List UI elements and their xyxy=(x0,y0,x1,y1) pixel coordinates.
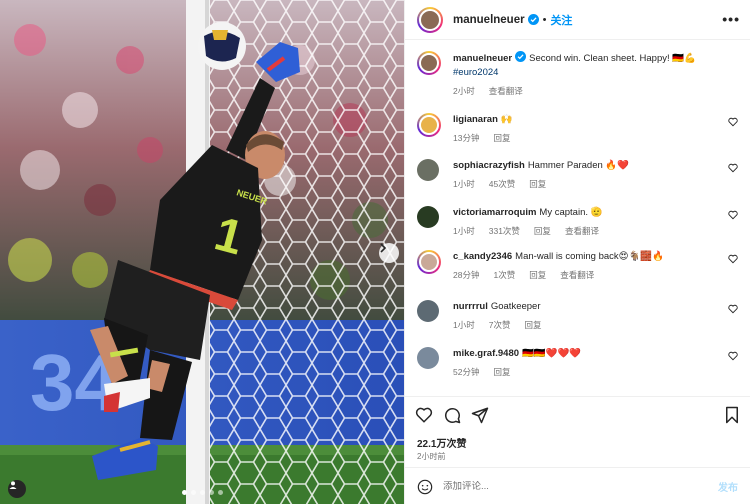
post-sidebar: manuelneuer • 关注 ••• manuelneuer Second w… xyxy=(404,0,750,504)
post-header: manuelneuer • 关注 ••• xyxy=(405,0,750,40)
comment-text: 🙌 xyxy=(500,114,513,125)
reply-button[interactable]: 回复 xyxy=(524,319,541,331)
verified-badge-icon xyxy=(515,51,527,62)
comment-time: 13分钟 xyxy=(453,133,480,143)
emoji-icon[interactable] xyxy=(417,479,433,495)
post-comment-button[interactable]: 发布 xyxy=(718,479,738,494)
commenter-avatar[interactable] xyxy=(417,206,439,228)
comment-time: 1小时 xyxy=(453,320,475,330)
author-avatar[interactable] xyxy=(417,51,441,75)
comment-likes[interactable]: 45次赞 xyxy=(489,178,515,190)
comment-likes[interactable]: 7次赞 xyxy=(489,319,511,331)
post-photo[interactable]: 34 1 NEUER xyxy=(0,0,404,504)
caption-text: Second win. Clean sheet. Happy! 🇩🇪💪 xyxy=(529,53,696,64)
comment-text: My captain. 🫡 xyxy=(539,207,603,218)
like-count[interactable]: 22.1万次赞 xyxy=(417,435,466,450)
heart-icon[interactable] xyxy=(728,254,738,264)
carousel-dot xyxy=(182,490,187,495)
heart-icon[interactable] xyxy=(728,304,738,314)
comment-time: 28分钟 xyxy=(453,270,480,280)
reply-button[interactable]: 回复 xyxy=(529,178,546,190)
comment-item: mike.graf.9480 🇩🇪🇩🇪❤️❤️❤️ 52分钟 回复 xyxy=(417,347,738,378)
comment-likes[interactable]: 331次赞 xyxy=(489,225,520,237)
comment-username[interactable]: c_kandy2346 xyxy=(453,251,512,262)
verified-badge-icon xyxy=(527,14,539,25)
comment-item: nurrrrul Goatkeeper 1小时 7次赞 回复 xyxy=(417,300,738,331)
commenter-avatar[interactable] xyxy=(417,250,441,274)
add-comment-bar: 发布 xyxy=(405,467,750,504)
bookmark-icon[interactable] xyxy=(724,406,740,424)
next-image-button[interactable] xyxy=(379,243,399,263)
reply-button[interactable]: 回复 xyxy=(493,366,510,378)
post-actions: 22.1万次赞 2小时前 发布 xyxy=(405,396,750,504)
post-time: 2小时前 xyxy=(417,452,446,461)
commenter-avatar[interactable] xyxy=(417,159,439,181)
heart-icon[interactable] xyxy=(728,163,738,173)
carousel-indicator xyxy=(182,490,223,495)
comment-text: Man-wall is coming back😍🐐🧱🔥 xyxy=(515,251,665,262)
comment-time: 1小时 xyxy=(453,179,475,189)
caption-time: 2小时 xyxy=(453,86,475,96)
comment-icon[interactable] xyxy=(443,406,461,424)
carousel-dot xyxy=(209,490,214,495)
heart-icon[interactable] xyxy=(728,351,738,361)
carousel-dot xyxy=(191,490,196,495)
more-options-button[interactable]: ••• xyxy=(722,11,740,27)
comment-input[interactable] xyxy=(443,481,718,492)
commenter-avatar[interactable] xyxy=(417,113,441,137)
comment-likes[interactable]: 1次赞 xyxy=(493,269,515,281)
comment-text: Hammer Paraden 🔥❤️ xyxy=(527,160,630,171)
comment-time: 52分钟 xyxy=(453,367,480,377)
commenter-avatar[interactable] xyxy=(417,347,439,369)
translate-link[interactable]: 查看翻译 xyxy=(565,225,599,237)
author-avatar[interactable] xyxy=(417,6,443,33)
comment-username[interactable]: sophiacrazyfish xyxy=(453,160,525,171)
chevron-right-icon xyxy=(380,243,387,253)
comment-text: 🇩🇪🇩🇪❤️❤️❤️ xyxy=(522,348,582,359)
comment-item: c_kandy2346 Man-wall is coming back😍🐐🧱🔥 2… xyxy=(417,250,738,281)
like-heart-icon[interactable] xyxy=(415,406,433,424)
heart-icon[interactable] xyxy=(728,117,738,127)
follow-button[interactable]: 关注 xyxy=(550,12,572,28)
header-separator: • xyxy=(542,13,547,26)
carousel-dot xyxy=(218,490,223,495)
comment-text: Goatkeeper xyxy=(490,301,541,312)
caption-username[interactable]: manuelneuer xyxy=(453,53,512,64)
comment-item: victoriamarroquim My captain. 🫡 1小时 331次赞… xyxy=(417,206,738,237)
comment-username[interactable]: mike.graf.9480 xyxy=(453,348,519,359)
translate-link[interactable]: 查看翻译 xyxy=(560,269,594,281)
comment-item: sophiacrazyfish Hammer Paraden 🔥❤️ 1小时 45… xyxy=(417,159,738,190)
comment-time: 1小时 xyxy=(453,226,475,236)
reply-button[interactable]: 回复 xyxy=(493,132,510,144)
goalkeeper-save-image: 34 1 NEUER xyxy=(0,0,404,504)
reply-button[interactable]: 回复 xyxy=(534,225,551,237)
hashtag-link[interactable]: #euro2024 xyxy=(453,67,498,78)
comment-username[interactable]: victoriamarroquim xyxy=(453,207,536,218)
comment-username[interactable]: nurrrrul xyxy=(453,301,488,312)
reply-button[interactable]: 回复 xyxy=(529,269,546,281)
author-username[interactable]: manuelneuer xyxy=(453,14,525,26)
comments-list[interactable]: manuelneuer Second win. Clean sheet. Happ… xyxy=(405,41,750,395)
user-icon xyxy=(9,481,17,489)
comment-item: ligianaran 🙌 13分钟 回复 xyxy=(417,113,738,144)
commenter-avatar[interactable] xyxy=(417,300,439,322)
tagged-users-button[interactable] xyxy=(8,480,26,498)
comment-username[interactable]: ligianaran xyxy=(453,114,498,125)
post-caption: manuelneuer Second win. Clean sheet. Happ… xyxy=(417,51,738,97)
share-icon[interactable] xyxy=(471,406,489,424)
translate-link[interactable]: 查看翻译 xyxy=(489,85,523,97)
carousel-dot xyxy=(200,490,205,495)
heart-icon[interactable] xyxy=(728,210,738,220)
